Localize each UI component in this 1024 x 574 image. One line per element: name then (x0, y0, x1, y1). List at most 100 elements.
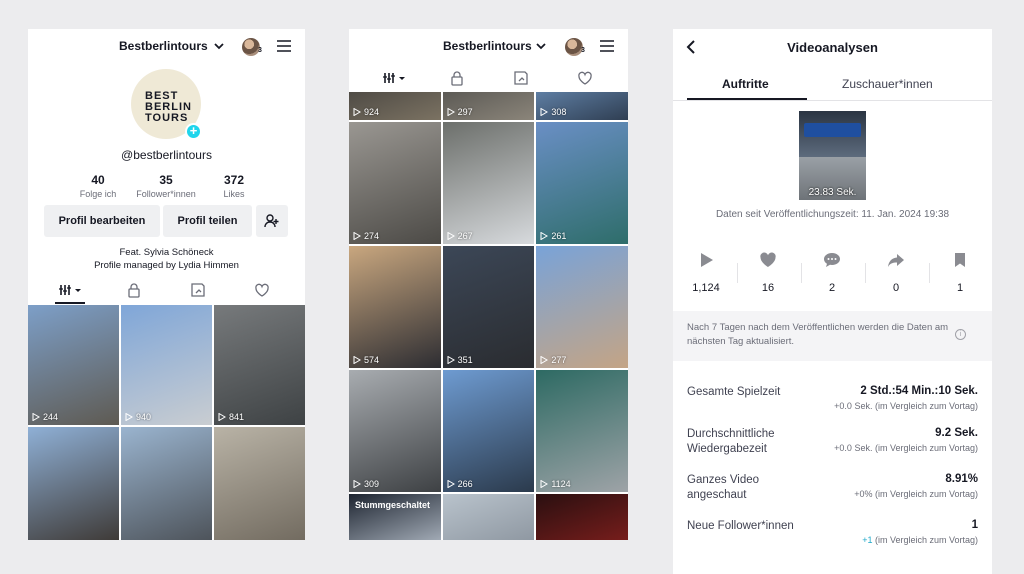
video-thumbnail[interactable]: 277 (536, 246, 628, 368)
comment-icon (824, 253, 840, 267)
stat-row-comparison: +0% (im Vergleich zum Vortag) (854, 489, 978, 499)
play-icon (125, 413, 133, 421)
metric-value: 0 (892, 282, 900, 294)
tab-private-lock-icon[interactable] (125, 282, 143, 298)
video-thumbnail[interactable]: 841 (214, 305, 305, 425)
tab-private-lock-icon[interactable] (448, 70, 466, 86)
notification-badge: 3 (581, 47, 585, 54)
menu-icon[interactable] (600, 40, 614, 52)
divider (929, 263, 930, 283)
video-thumbnail[interactable]: 23.83 Sek. (799, 111, 866, 200)
video-thumbnail[interactable]: 244 (28, 305, 119, 425)
video-thumbnail[interactable] (214, 427, 305, 540)
stat-row-label: Durchschnittliche Wiedergabezeit (687, 428, 775, 455)
play-icon (447, 480, 455, 488)
metric-value: 1,124 (692, 282, 720, 294)
active-tab-indicator (55, 302, 85, 304)
play-icon (540, 480, 549, 488)
comparison-context: (im Vergleich zum Vortag) (872, 535, 978, 545)
tab-reposts-icon[interactable] (189, 282, 207, 298)
comparison-delta: +0% (854, 489, 873, 499)
stat-likes[interactable]: 372 Likes (194, 173, 274, 199)
video-thumbnail[interactable]: 351 (442, 246, 535, 368)
bookmark-icon (955, 253, 965, 267)
video-thumbnail[interactable]: 308 (536, 92, 628, 120)
view-count: 841 (218, 412, 244, 422)
video-thumbnail[interactable] (121, 427, 212, 540)
analytics-screen: Videoanalysen Auftritte Zuschauer*innen … (673, 29, 992, 574)
view-count-value: 574 (364, 355, 380, 365)
chevron-down-icon[interactable] (213, 40, 225, 52)
video-thumbnail[interactable]: 267 (442, 122, 535, 244)
play-icon (540, 232, 549, 240)
video-thumbnail[interactable]: 309 (349, 370, 441, 492)
comparison-context: (im Vergleich zum Vortag) (872, 489, 978, 499)
view-count: 309 (353, 479, 379, 489)
video-thumbnail[interactable] (28, 427, 119, 540)
view-count-value: 351 (457, 355, 473, 365)
view-count-value: 297 (457, 107, 473, 117)
video-thumbnail[interactable]: 297 (442, 92, 535, 120)
view-count: 308 (540, 107, 566, 117)
play-icon (447, 232, 455, 240)
comparison-delta: +0.0 Sek. (834, 443, 873, 453)
comparison-context: (im Vergleich zum Vortag) (872, 443, 978, 453)
tab-videos-grid-icon[interactable] (58, 282, 84, 298)
add-friend-button[interactable] (256, 205, 288, 237)
metric-comments: 2 (807, 251, 857, 294)
add-person-icon (264, 214, 279, 228)
divider (673, 100, 992, 101)
share-profile-button[interactable]: Profil teilen (163, 205, 252, 237)
tab-reposts-icon[interactable] (512, 70, 530, 86)
video-duration: 23.83 Sek. (808, 187, 857, 198)
account-switcher[interactable]: Bestberlintours (443, 39, 532, 53)
stat-row-label: Ganzes Video angeschaut (687, 474, 760, 501)
notification-badge: 3 (258, 47, 262, 54)
data-since-label: Daten seit Veröffentlichungszeit: 11. Ja… (715, 209, 950, 220)
stat-row-value: 8.91% (945, 473, 978, 485)
chevron-down-icon[interactable] (535, 40, 547, 52)
view-count-value: 841 (229, 412, 245, 422)
view-count: 940 (125, 412, 151, 422)
video-thumbnail[interactable] (536, 494, 628, 540)
edit-profile-button[interactable]: Profil bearbeiten (44, 205, 160, 237)
tab-performance[interactable]: Auftritte (722, 77, 769, 91)
add-photo-button[interactable]: + (185, 123, 202, 140)
view-count: 266 (447, 479, 473, 489)
menu-icon[interactable] (277, 40, 291, 52)
view-count-value: 940 (136, 412, 152, 422)
metric-shares: 0 (871, 251, 921, 294)
view-count-value: 277 (551, 355, 567, 365)
tab-videos-grid-icon[interactable] (382, 70, 408, 86)
play-icon (701, 253, 713, 267)
tab-liked-heart-icon[interactable] (253, 282, 271, 298)
stat-label: Likes (223, 189, 245, 199)
video-thumbnail[interactable]: Stummgeschaltet (349, 494, 441, 540)
view-count: 267 (447, 231, 473, 241)
play-icon (540, 108, 549, 116)
video-thumbnail[interactable] (442, 494, 535, 540)
video-thumbnail[interactable]: 266 (442, 370, 535, 492)
info-icon[interactable]: i (955, 329, 966, 340)
view-count: 924 (353, 107, 379, 117)
video-thumbnail[interactable]: 1124 (536, 370, 628, 492)
stat-row-label: Neue Follower*innen (687, 520, 794, 532)
view-count-value: 267 (457, 231, 473, 241)
view-count-value: 309 (364, 479, 380, 489)
stat-row-value: 9.2 Sek. (935, 427, 978, 439)
video-thumbnail[interactable]: 924 (349, 92, 441, 120)
comparison-delta: +1 (862, 535, 873, 545)
tab-liked-heart-icon[interactable] (576, 70, 594, 86)
stat-row-comparison: +0.0 Sek. (im Vergleich zum Vortag) (834, 443, 978, 453)
play-icon (353, 108, 361, 116)
account-switcher[interactable]: Bestberlintours (119, 39, 208, 53)
divider (801, 263, 802, 283)
video-thumbnail[interactable]: 274 (349, 122, 441, 244)
tab-viewers[interactable]: Zuschauer*innen (842, 77, 933, 91)
video-thumbnail[interactable]: 940 (121, 305, 212, 425)
profile-handle: @bestberlintours (121, 148, 212, 162)
page-title: Videoanalysen (787, 40, 878, 55)
video-thumbnail[interactable]: 261 (536, 122, 628, 244)
logo-line: TOURS (145, 112, 189, 124)
video-thumbnail[interactable]: 574 (349, 246, 441, 368)
